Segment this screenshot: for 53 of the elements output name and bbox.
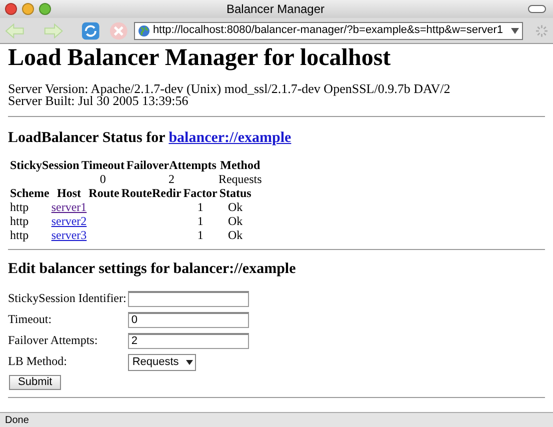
method-dropdown[interactable]: Requests [128,354,196,371]
window-control-icon[interactable] [5,3,17,15]
reload-icon[interactable] [81,20,101,40]
dropdown-arrow-icon[interactable] [510,26,519,34]
section-heading: Edit balancer settings for balancer://example [8,260,296,278]
section-heading: LoadBalancer Status for [8,130,166,146]
window-title: Balancer Manager [225,1,326,18]
table-cell: http [10,214,29,228]
table-cell: 0 [100,172,106,186]
column-header: Timeout [81,158,124,172]
table-cell: Ok [228,200,243,214]
text-field[interactable] [128,290,250,307]
field-label: LB Method: [8,353,68,370]
status-text: Done [5,414,29,427]
field-label: Failover Attempts: [8,332,99,349]
window-control-icon[interactable] [39,3,51,15]
table-cell: Ok [228,228,243,242]
host-link[interactable]: server2 [51,214,87,228]
toolbar-toggle-icon[interactable] [528,5,546,13]
balancer-link[interactable]: balancer://example [168,130,292,146]
table-cell: 1 [197,214,204,228]
table-cell: 1 [197,228,204,242]
host-link[interactable]: server3 [51,228,87,242]
submit-button[interactable]: Submit [9,374,62,390]
table-cell: Requests [218,172,262,186]
host-link[interactable]: server1 [51,200,87,214]
column-header: Status [219,186,252,200]
page-heading: Load Balancer Manager for localhost [8,45,392,72]
column-header: FailoverAttempts [126,158,216,172]
text-field[interactable]: 2 [128,332,250,349]
column-header: RouteRedir [121,186,182,200]
dropdown-arrow-icon [184,358,194,367]
column-header: Scheme [10,186,50,200]
column-header: Method [220,158,260,172]
column-header: Route [88,186,120,200]
window-control-icon[interactable] [22,3,34,15]
field-label: Timeout: [8,311,53,328]
table-cell: Ok [228,214,243,228]
column-header: Host [56,186,81,200]
column-header: StickySession [10,158,80,172]
address-field[interactable]: http://localhost:8080/balancer-manager/?b=example&s=http&w=server1 [134,22,523,40]
globe-icon [138,24,150,36]
server-info-text: Server Built: Jul 30 2005 13:39:56 [8,95,188,107]
field-label: StickySession Identifier: [8,290,126,307]
table-cell: http [10,228,29,242]
text-field[interactable]: 0 [128,312,250,328]
server-info-text: Server Version: Apache/2.1.7-dev (Unix) mod_ssl/2.1.7-dev OpenSSL/0.9.7b DAV/2 [8,83,450,95]
url-text: http://localhost:8080/balancer-manager/?b=example&s=http&w=server1 [152,23,504,38]
table-cell: 2 [168,172,174,186]
column-header: Factor [183,186,218,200]
table-cell: http [10,200,29,214]
table-cell: 1 [197,200,204,214]
loading-spinner-icon [534,24,548,38]
